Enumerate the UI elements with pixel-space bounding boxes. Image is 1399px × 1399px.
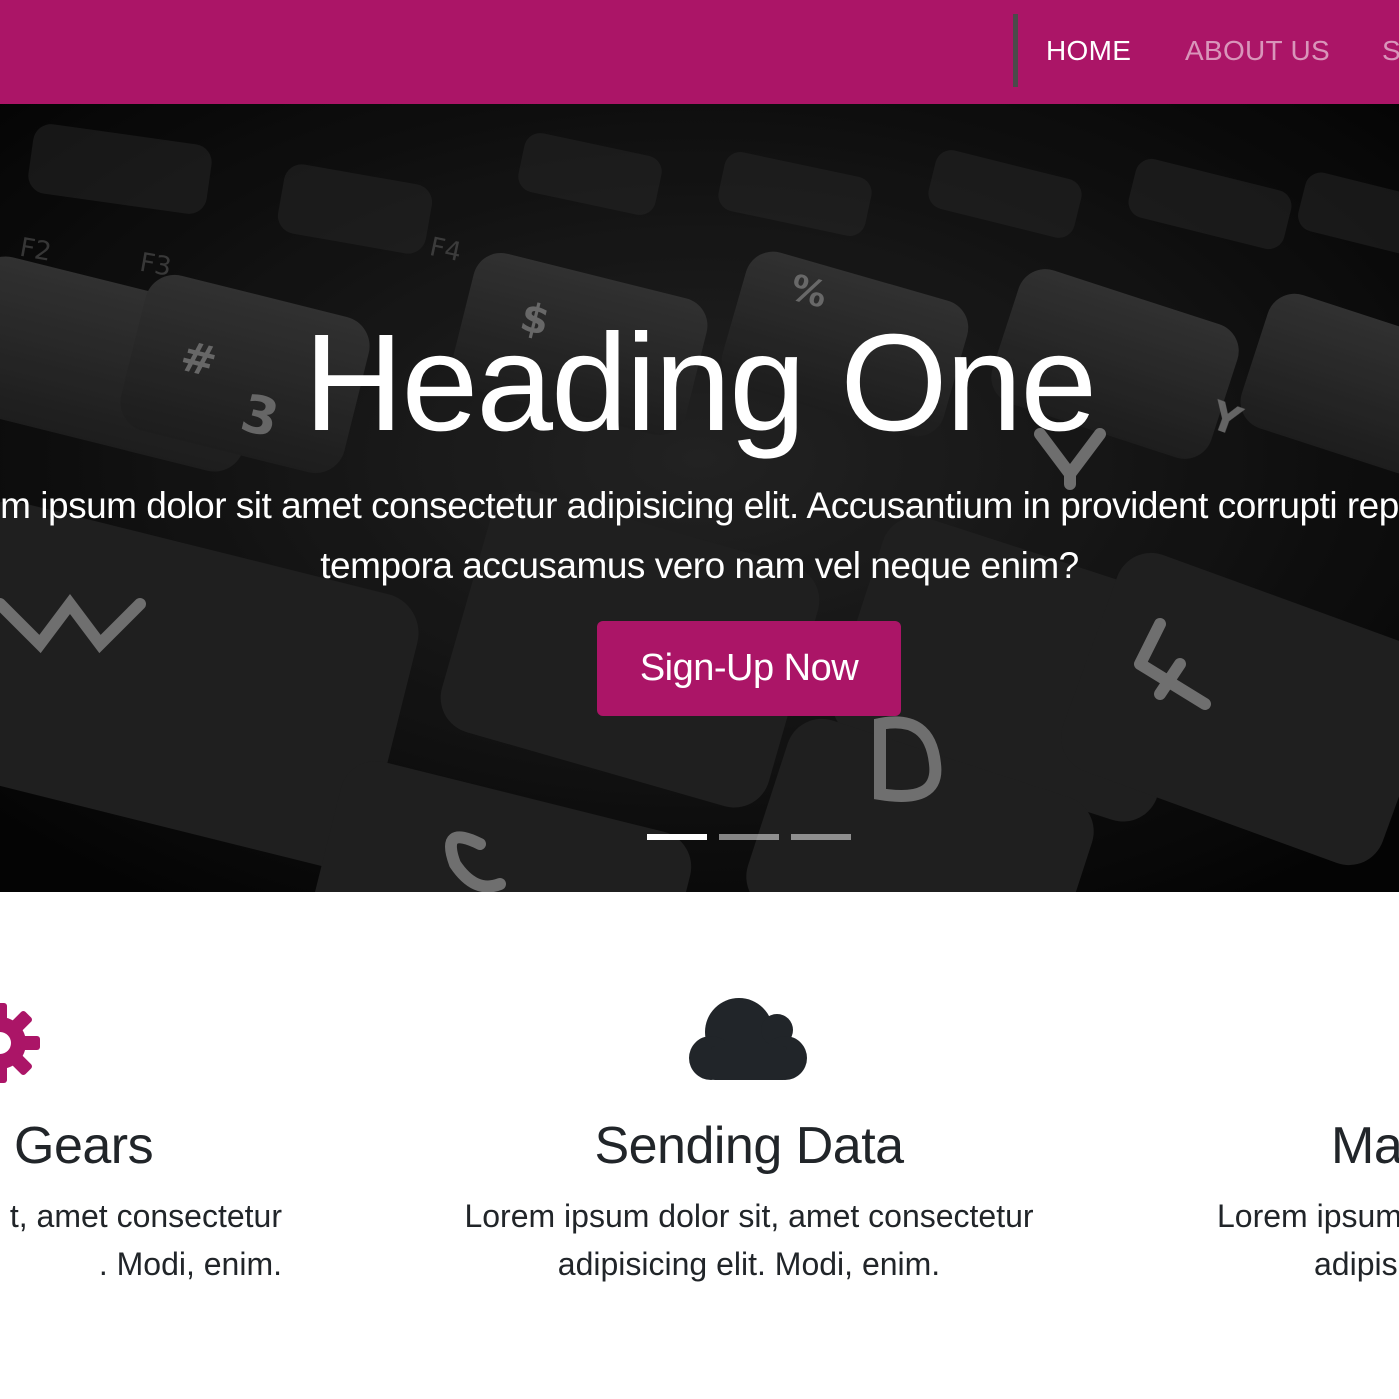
hero-carousel: # 3 $ % Y F3 F4 F2 Heading One m ipsum d…: [0, 104, 1399, 892]
navbar: HOME ABOUT US S: [0, 0, 1399, 104]
feature-text-line: Lorem ipsum: [1217, 1198, 1399, 1234]
carousel-indicator-3[interactable]: [791, 834, 851, 840]
feature-text-gears: t, amet consectetur . Modi, enim.: [0, 1192, 282, 1288]
nav-link-about-us[interactable]: ABOUT US: [1185, 34, 1330, 68]
feature-text-line: Lorem ipsum dolor sit, amet consectetur: [464, 1198, 1034, 1234]
nav-link-services[interactable]: S: [1382, 34, 1399, 68]
carousel-indicator-1[interactable]: [647, 834, 707, 840]
gear-icon: [0, 1003, 40, 1083]
feature-text-line: . Modi, enim.: [98, 1246, 282, 1282]
feature-text-line: t, amet consectetur: [9, 1198, 282, 1234]
feature-title-third: Ma: [1331, 1117, 1399, 1175]
sign-up-button[interactable]: Sign-Up Now: [597, 621, 901, 716]
hero-text-line-1: m ipsum dolor sit amet consectetur adipi…: [0, 485, 1399, 526]
carousel-indicator-2[interactable]: [719, 834, 779, 840]
feature-text-line: adipis: [1314, 1246, 1398, 1282]
cloud-icon: [689, 998, 807, 1080]
feature-text-sending-data: Lorem ipsum dolor sit, amet consectetur …: [449, 1192, 1049, 1288]
nav-link-home[interactable]: HOME: [1046, 34, 1131, 68]
hero-text: m ipsum dolor sit amet consectetur adipi…: [0, 476, 1399, 596]
hero-text-line-2: tempora accusamus vero nam vel neque eni…: [320, 545, 1079, 586]
nav-divider: [1013, 14, 1018, 87]
hero-heading: Heading One: [303, 306, 1097, 460]
feature-text-third: Lorem ipsum adipis: [1217, 1192, 1399, 1288]
feature-title-gears: Gears: [14, 1117, 154, 1175]
feature-title-sending-data: Sending Data: [594, 1117, 904, 1175]
feature-text-line: adipisicing elit. Modi, enim.: [557, 1246, 941, 1282]
